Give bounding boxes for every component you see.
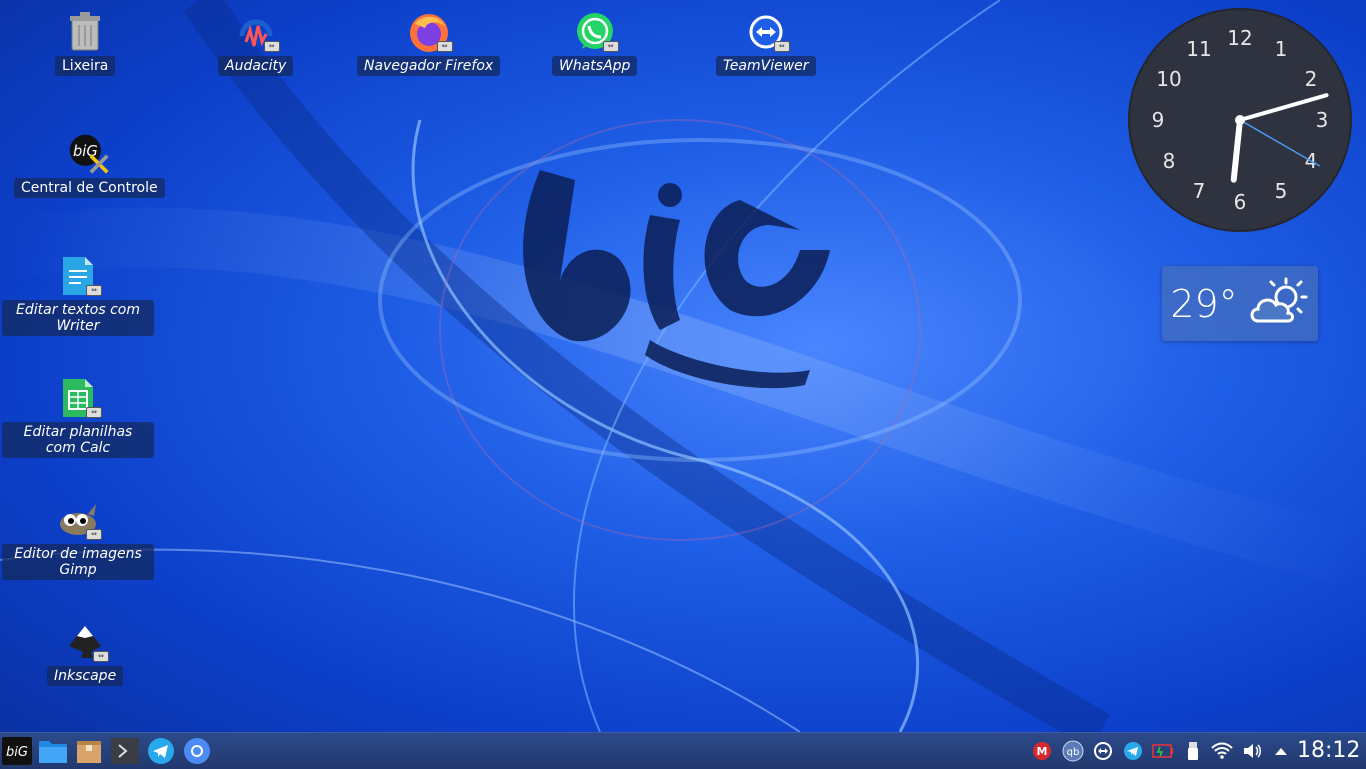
package-icon[interactable] [74,736,104,766]
link-badge-icon: ⇔ [602,41,619,52]
desktop-icon-whatsapp[interactable]: ⇔ WhatsApp [552,10,638,76]
desktop-icon-label: Audacity [218,56,294,76]
svg-text:qb: qb [1067,747,1080,758]
gimp-icon: ⇔ [56,498,102,542]
clock-numeral: 1 [1275,37,1288,61]
desktop-icon-inkscape[interactable]: ⇔ Inkscape [47,620,124,686]
desktop-icon-label: Lixeira [55,56,116,76]
usb-icon[interactable] [1182,740,1204,762]
qbittorrent-icon[interactable]: qb [1062,740,1084,762]
clock-numeral: 5 [1275,179,1288,203]
battery-icon[interactable] [1152,740,1174,762]
link-badge-icon: ⇔ [93,651,110,662]
clock-numeral: 9 [1152,108,1165,132]
desktop-icon-writer[interactable]: ⇔ Editar textos com Writer [2,254,154,336]
teamviewer-tray-icon[interactable] [1092,740,1114,762]
desktop-icon-label: WhatsApp [552,56,638,76]
desktop-icon-firefox[interactable]: ⇔ Navegador Firefox [357,10,501,76]
calc-icon: ⇔ [56,376,102,420]
taskbar: biG M qb 18:12 [0,732,1366,769]
clock-numeral: 3 [1316,108,1329,132]
control-center-icon: biG [67,132,111,176]
file-manager-icon[interactable] [38,736,68,766]
firefox-icon: ⇔ [407,10,453,54]
desktop-icon-gimp[interactable]: ⇔ Editor de imagens Gimp [2,498,154,580]
telegram-tray-icon[interactable] [1122,740,1144,762]
analog-clock-widget[interactable]: 121234567891011 [1128,8,1352,232]
link-badge-icon: ⇔ [773,41,790,52]
svg-text:biG: biG [6,745,28,760]
clock-numeral: 11 [1186,37,1211,61]
desktop-icon-label: Editor de imagens Gimp [2,544,154,580]
weather-temperature: 29° [1170,281,1238,326]
clock-numeral: 2 [1305,67,1318,91]
link-badge-icon: ⇔ [86,285,102,296]
link-badge-icon: ⇔ [86,529,102,540]
partly-cloudy-icon [1248,277,1310,331]
desktop-icon-label: Central de Controle [14,178,165,198]
desktop-icon-label: Editar textos com Writer [2,300,154,336]
writer-icon: ⇔ [56,254,102,298]
link-badge-icon: ⇔ [263,41,280,52]
desktop-icon-label: TeamViewer [716,56,816,76]
terminal-icon[interactable] [110,736,140,766]
audacity-icon: ⇔ [234,10,280,54]
expand-tray-icon[interactable] [1270,740,1292,762]
desktop-icon-teamviewer[interactable]: ⇔ TeamViewer [716,10,816,76]
desktop-icon-control-center[interactable]: biG Central de Controle [14,132,165,198]
inkscape-icon: ⇔ [63,620,110,664]
telegram-icon[interactable] [146,736,176,766]
teamviewer-icon: ⇔ [744,10,790,54]
taskbar-clock[interactable]: 18:12 [1297,738,1360,763]
whatsapp-icon: ⇔ [573,10,619,54]
volume-icon[interactable] [1241,740,1263,762]
clock-numeral: 6 [1234,190,1247,214]
weather-widget[interactable]: 29° [1162,266,1318,341]
clock-numeral: 8 [1163,149,1176,173]
desktop-icon-audacity[interactable]: ⇔ Audacity [218,10,294,76]
link-badge-icon: ⇔ [86,407,102,418]
desktop-icon-calc[interactable]: ⇔ Editar planilhas com Calc [2,376,154,458]
svg-text:M: M [1037,745,1048,758]
trash-icon [63,10,107,54]
clock-numeral: 7 [1193,179,1206,203]
desktop-icon-label: Editar planilhas com Calc [2,422,154,458]
desktop-icon-label: Inkscape [47,666,124,686]
link-badge-icon: ⇔ [436,41,453,52]
clock-center-pin [1235,115,1245,125]
big-menu-icon[interactable]: biG [2,736,32,766]
mega-icon[interactable]: M [1031,740,1053,762]
wifi-icon[interactable] [1211,740,1233,762]
clock-numeral: 10 [1156,67,1181,91]
chromium-icon[interactable] [182,736,212,766]
clock-numeral: 12 [1227,26,1252,50]
desktop-icon-trash[interactable]: Lixeira [55,10,116,76]
desktop-icon-label: Navegador Firefox [357,56,501,76]
